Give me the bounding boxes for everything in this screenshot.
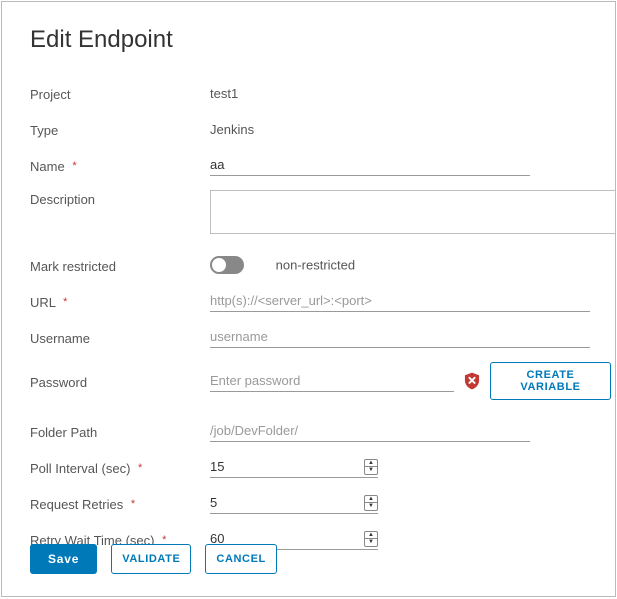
row-folder-path: Folder Path (30, 420, 615, 442)
restricted-state-label: non-restricted (276, 258, 355, 273)
row-description: Description (30, 190, 615, 234)
request-retries-input[interactable] (210, 493, 350, 512)
label-poll-interval: Poll Interval (sec) * (30, 459, 210, 476)
page-title: Edit Endpoint (30, 26, 615, 54)
label-request-retries-text: Request Retries (30, 497, 123, 512)
validate-button[interactable]: Validate (111, 544, 191, 574)
spinner-icon[interactable]: ▲ ▼ (364, 495, 378, 511)
restricted-toggle[interactable] (210, 256, 244, 274)
spinner-icon[interactable]: ▲ ▼ (364, 459, 378, 475)
request-retries-stepper[interactable]: ▲ ▼ (210, 492, 378, 514)
cancel-button[interactable]: Cancel (205, 544, 276, 574)
chevron-down-icon[interactable]: ▼ (365, 467, 377, 474)
row-request-retries: Request Retries * ▲ ▼ (30, 492, 615, 514)
create-variable-button[interactable]: Create Variable (490, 362, 611, 400)
row-mark-restricted: Mark restricted non-restricted (30, 254, 615, 276)
save-button[interactable]: Save (30, 544, 97, 574)
required-marker: * (131, 498, 135, 510)
label-username: Username (30, 329, 210, 346)
row-poll-interval: Poll Interval (sec) * ▲ ▼ (30, 456, 615, 478)
shield-error-icon (464, 372, 480, 390)
label-type: Type (30, 121, 210, 138)
required-marker: * (138, 462, 142, 474)
label-name-text: Name (30, 159, 65, 174)
type-value: Jenkins (210, 122, 254, 137)
url-input[interactable] (210, 290, 590, 312)
required-marker: * (63, 296, 67, 308)
label-mark-restricted: Mark restricted (30, 257, 210, 274)
row-project: Project test1 (30, 82, 615, 104)
chevron-up-icon[interactable]: ▲ (365, 532, 377, 540)
label-name: Name * (30, 157, 210, 174)
label-description: Description (30, 190, 210, 207)
username-input[interactable] (210, 326, 590, 348)
label-url-text: URL (30, 295, 56, 310)
required-marker: * (72, 160, 76, 172)
edit-endpoint-panel: Edit Endpoint Project test1 Type Jenkins… (1, 1, 616, 597)
value-project: test1 (210, 86, 615, 101)
label-url: URL * (30, 293, 210, 310)
chevron-down-icon[interactable]: ▼ (365, 539, 377, 546)
value-type: Jenkins (210, 122, 615, 137)
name-input[interactable] (210, 154, 530, 176)
chevron-up-icon[interactable]: ▲ (365, 496, 377, 504)
footer-actions: Save Validate Cancel (30, 544, 277, 574)
description-input[interactable] (210, 190, 616, 234)
password-input[interactable] (210, 370, 454, 392)
label-password: Password (30, 373, 210, 390)
row-name: Name * (30, 154, 615, 176)
row-url: URL * (30, 290, 615, 312)
project-value: test1 (210, 86, 238, 101)
poll-interval-stepper[interactable]: ▲ ▼ (210, 456, 378, 478)
row-password: Password Create Variable (30, 362, 615, 400)
chevron-up-icon[interactable]: ▲ (365, 460, 377, 468)
spinner-icon[interactable]: ▲ ▼ (364, 531, 378, 547)
row-username: Username (30, 326, 615, 348)
label-folder-path: Folder Path (30, 423, 210, 440)
poll-interval-input[interactable] (210, 457, 350, 476)
label-poll-interval-text: Poll Interval (sec) (30, 461, 130, 476)
folder-path-input[interactable] (210, 420, 530, 442)
row-type: Type Jenkins (30, 118, 615, 140)
label-project: Project (30, 85, 210, 102)
label-request-retries: Request Retries * (30, 495, 210, 512)
chevron-down-icon[interactable]: ▼ (365, 503, 377, 510)
